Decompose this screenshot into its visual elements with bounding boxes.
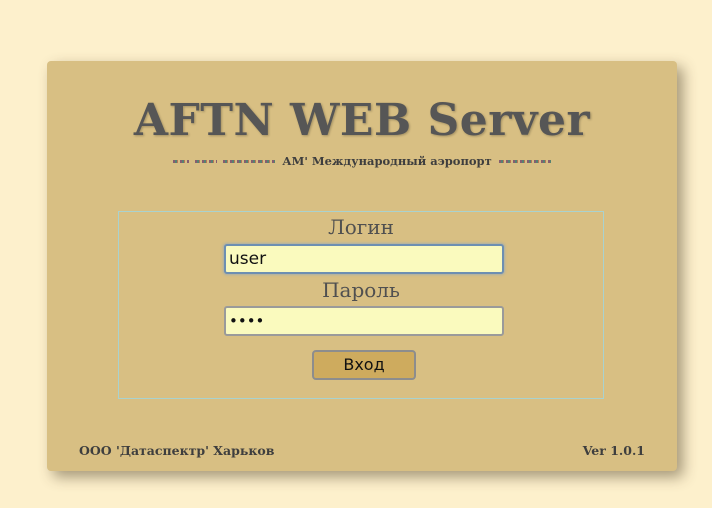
garbled-text-decoration (223, 159, 276, 163)
company-footer: ООО 'Датаспектр' Харьков (79, 443, 275, 458)
version-footer: Ver 1.0.1 (582, 443, 645, 458)
login-button[interactable]: Вход (312, 350, 416, 380)
garbled-text-decoration (173, 159, 190, 163)
app-title: AFTN WEB Server (133, 95, 591, 146)
login-input[interactable] (224, 244, 504, 274)
login-card: AFTN WEB Server АМ' Международный аэропо… (47, 61, 677, 471)
app-subtitle-line: АМ' Международный аэропорт (47, 154, 677, 168)
app-subtitle: АМ' Международный аэропорт (282, 154, 492, 168)
password-input[interactable] (224, 306, 504, 336)
login-label: Логин (328, 215, 394, 239)
garbled-text-decoration (195, 159, 218, 163)
login-form: Логин Пароль Вход (118, 211, 604, 399)
garbled-text-decoration (498, 159, 551, 163)
password-label: Пароль (322, 278, 400, 302)
